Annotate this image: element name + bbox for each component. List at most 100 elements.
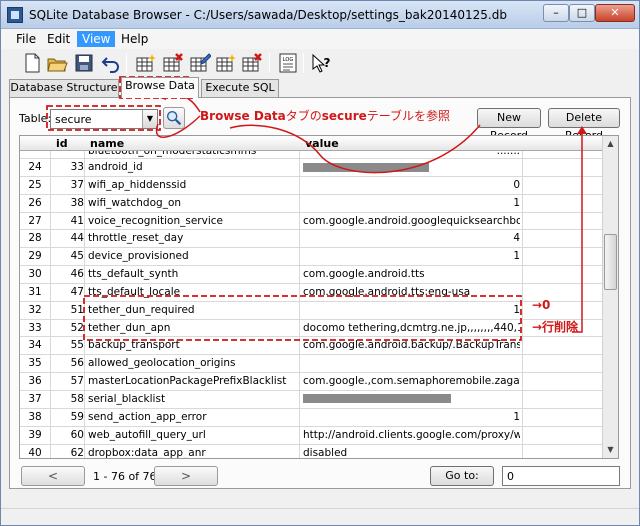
goto-input[interactable]: 0: [502, 466, 620, 486]
cell-value[interactable]: .......: [303, 151, 520, 158]
cell-id[interactable]: 51: [50, 304, 84, 317]
cell-id[interactable]: 58: [50, 393, 84, 406]
log-icon[interactable]: LOG: [277, 52, 299, 74]
create-table-icon[interactable]: [135, 52, 157, 74]
tab-execute-sql[interactable]: Execute SQL: [201, 79, 279, 97]
cell-value[interactable]: 1: [303, 304, 520, 317]
table-row[interactable]: 38 59 send_action_app_error 1: [20, 409, 602, 427]
cell-id[interactable]: 47: [50, 286, 84, 299]
cell-name[interactable]: tether_dun_apn: [88, 322, 298, 335]
search-button[interactable]: [163, 107, 185, 129]
cell-name[interactable]: voice_recognition_service: [88, 215, 298, 228]
cell-name[interactable]: backup_transport: [88, 339, 298, 352]
menu-help[interactable]: Help: [116, 31, 153, 47]
delete-record-button[interactable]: Delete Record: [548, 108, 620, 142]
cell-name[interactable]: dropbox:data_app_anr: [88, 447, 298, 459]
cell-name[interactable]: send_action_app_error: [88, 411, 298, 424]
table-row[interactable]: 28 44 throttle_reset_day 4: [20, 230, 602, 249]
header-value[interactable]: value: [305, 137, 339, 150]
cell-name[interactable]: tether_dun_required: [88, 304, 298, 317]
cell-id[interactable]: 56: [50, 357, 84, 370]
table-row[interactable]: 32 51 tether_dun_required 1: [20, 302, 602, 320]
modify-table-icon[interactable]: [189, 52, 212, 74]
table-row[interactable]: 36 57 masterLocationPackagePrefixBlacklist…: [20, 373, 602, 391]
table-row[interactable]: 27 41 voice_recognition_service com.google.…: [20, 213, 602, 231]
table-row[interactable]: 33 52 tether_dun_apn docomo tethering,dcmtr…: [20, 320, 602, 338]
cell-id[interactable]: 33: [50, 161, 84, 174]
table-row[interactable]: 24 33 android_id: [20, 159, 602, 177]
delete-table-icon[interactable]: [162, 52, 184, 74]
table-row[interactable]: 29 45 device_provisioned 1: [20, 248, 602, 267]
cell-value[interactable]: com.google.,com.semaphoremobile.zagat.an…: [303, 375, 520, 388]
save-disk-icon[interactable]: [73, 52, 95, 74]
chevron-down-icon[interactable]: ▼: [142, 110, 157, 128]
cell-name[interactable]: tts_default_locale: [88, 286, 298, 299]
cell-name[interactable]: allowed_geolocation_origins: [88, 357, 298, 370]
cell-name[interactable]: wifi_watchdog_on: [88, 197, 298, 210]
table-row[interactable]: 35 56 allowed_geolocation_origins: [20, 355, 602, 374]
cell-id[interactable]: 41: [50, 215, 84, 228]
new-file-icon[interactable]: [21, 52, 43, 74]
cell-name[interactable]: bluetooth_on_moderstaticsmms: [88, 151, 298, 158]
cell-id[interactable]: 62: [50, 447, 84, 459]
tab-browse-data[interactable]: Browse Data: [121, 77, 199, 98]
cell-value[interactable]: 1: [303, 197, 520, 210]
cell-id[interactable]: 57: [50, 375, 84, 388]
menu-edit[interactable]: Edit: [42, 31, 75, 47]
table-row[interactable]: 40 62 dropbox:data_app_anr disabled: [20, 445, 602, 459]
table-select[interactable]: secure ▼: [50, 109, 158, 129]
table-row-partial[interactable]: bluetooth_on_moderstaticsmms.......: [20, 151, 602, 159]
table-row[interactable]: 30 46 tts_default_synth com.google.android.…: [20, 266, 602, 284]
cell-value[interactable]: 1: [303, 250, 520, 263]
cell-value[interactable]: 4: [303, 232, 520, 245]
cell-name[interactable]: serial_blacklist: [88, 393, 298, 406]
cell-id[interactable]: 37: [50, 179, 84, 192]
scrollbar-thumb[interactable]: [604, 234, 617, 290]
title-bar[interactable]: SQLite Database Browser - C:/Users/sawad…: [1, 1, 639, 29]
cell-value[interactable]: [303, 161, 520, 174]
data-grid[interactable]: id name value bluetooth_on_moderstaticsm…: [19, 135, 619, 459]
cell-value[interactable]: http://android.clients.google.com/proxy/…: [303, 429, 520, 442]
cell-id[interactable]: 44: [50, 232, 84, 245]
cell-value[interactable]: com.google.android.tts: [303, 268, 520, 281]
cell-value[interactable]: com.google.android.backup/.BackupTranspo…: [303, 339, 520, 352]
cell-name[interactable]: android_id: [88, 161, 298, 174]
goto-button[interactable]: Go to:: [430, 466, 494, 486]
minimize-button[interactable]: –: [543, 4, 569, 22]
delete-index-icon[interactable]: [241, 52, 263, 74]
table-row[interactable]: 31 47 tts_default_locale com.google.android…: [20, 284, 602, 302]
header-name[interactable]: name: [90, 137, 124, 150]
menu-view[interactable]: View: [77, 31, 116, 47]
new-record-button[interactable]: New Record: [477, 108, 541, 142]
cell-name[interactable]: device_provisioned: [88, 250, 298, 263]
header-id[interactable]: id: [56, 137, 68, 150]
cell-id[interactable]: 59: [50, 411, 84, 424]
table-row[interactable]: 26 38 wifi_watchdog_on 1: [20, 195, 602, 213]
cell-name[interactable]: tts_default_synth: [88, 268, 298, 281]
create-index-icon[interactable]: [215, 52, 237, 74]
vertical-scrollbar[interactable]: ▲ ▼: [602, 136, 618, 458]
cell-name[interactable]: wifi_ap_hiddenssid: [88, 179, 298, 192]
cell-value[interactable]: docomo tethering,dcmtrg.ne.jp,,,,,,,,440…: [303, 322, 520, 335]
cell-value[interactable]: com.google.android.tts:eng-usa: [303, 286, 520, 299]
cell-id[interactable]: 60: [50, 429, 84, 442]
cell-value[interactable]: [303, 393, 520, 406]
open-folder-icon[interactable]: [46, 52, 68, 74]
table-row[interactable]: 39 60 web_autofill_query_url http://android…: [20, 427, 602, 445]
close-button[interactable]: ✕: [595, 4, 635, 22]
undo-icon[interactable]: [100, 52, 122, 74]
table-row[interactable]: 34 55 backup_transport com.google.android.b…: [20, 337, 602, 356]
cell-id[interactable]: 55: [50, 339, 84, 352]
cell-name[interactable]: masterLocationPackagePrefixBlacklist: [88, 375, 298, 388]
table-row[interactable]: 25 37 wifi_ap_hiddenssid 0: [20, 177, 602, 195]
menu-file[interactable]: File: [11, 31, 41, 47]
cell-id[interactable]: 52: [50, 322, 84, 335]
cell-name[interactable]: web_autofill_query_url: [88, 429, 298, 442]
cell-value[interactable]: com.google.android.googlequicksearchbox/…: [303, 215, 520, 228]
cell-value[interactable]: disabled: [303, 447, 520, 459]
cell-value[interactable]: 0: [303, 179, 520, 192]
scroll-down-arrow-icon[interactable]: ▼: [603, 442, 618, 457]
cell-id[interactable]: 45: [50, 250, 84, 263]
next-page-button[interactable]: >: [154, 466, 218, 486]
maximize-button[interactable]: □: [569, 4, 595, 22]
